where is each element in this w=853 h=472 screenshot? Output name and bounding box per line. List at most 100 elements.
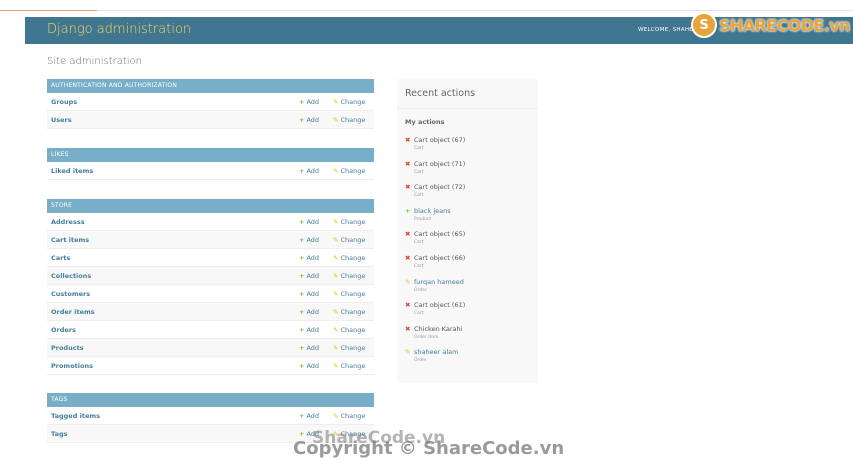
add-label: Add	[306, 412, 320, 420]
add-icon: +	[299, 412, 305, 420]
add-link[interactable]: + Add	[299, 167, 319, 175]
model-link[interactable]: Collections	[51, 272, 91, 280]
recent-action-item: + black jeans Product	[405, 207, 535, 222]
pencil-icon: ✎	[333, 98, 339, 106]
recent-action-type: Cart	[414, 146, 424, 151]
add-label: Add	[306, 326, 320, 334]
add-icon: +	[299, 308, 305, 316]
pencil-icon: ✎	[333, 218, 339, 226]
watermark-copyright: Copyright © ShareCode.vn	[293, 438, 565, 459]
model-link[interactable]: Orders	[51, 326, 76, 334]
add-link[interactable]: + Add	[299, 272, 319, 280]
pencil-icon: ✎	[333, 272, 339, 280]
add-link[interactable]: + Add	[299, 98, 319, 106]
add-icon: +	[299, 290, 305, 298]
recent-action-item: ✖ Cart object (65) Cart	[405, 230, 535, 245]
model-link[interactable]: Tagged items	[51, 412, 100, 420]
add-label: Add	[306, 98, 320, 106]
model-link[interactable]: Tags	[51, 430, 68, 438]
module-caption[interactable]: LIKES	[47, 148, 374, 162]
model-link[interactable]: Products	[51, 344, 84, 352]
delete-icon: ✖	[405, 159, 411, 168]
add-link[interactable]: + Add	[299, 326, 319, 334]
add-link[interactable]: + Add	[299, 218, 319, 226]
add-icon: +	[299, 254, 305, 262]
recent-action-item: ✖ Cart object (72) Cart	[405, 183, 535, 198]
add-label: Add	[306, 218, 320, 226]
module-caption[interactable]: TAGS	[47, 393, 374, 407]
change-link[interactable]: ✎ Change	[333, 236, 365, 244]
recent-action-label: Cart object (65)	[414, 230, 466, 239]
recent-action-type: Cart	[414, 169, 424, 175]
model-link[interactable]: Order items	[51, 308, 95, 316]
model-link[interactable]: Customers	[51, 290, 90, 298]
recent-action-item: ✖ Cart object (67) Cart	[405, 136, 535, 151]
module-likes: LIKES Liked items + Add ✎ Change	[47, 148, 374, 180]
add-icon: +	[299, 344, 305, 352]
recent-action-label[interactable]: shaheer alam	[414, 348, 458, 356]
recent-action-item: ✎ furqan hameed Order	[405, 278, 535, 293]
add-icon: +	[299, 98, 305, 106]
recent-action-item: ✖ Cart object (71) Cart	[405, 160, 535, 175]
change-link[interactable]: ✎ Change	[333, 272, 365, 280]
add-label: Add	[306, 236, 320, 244]
change-link[interactable]: ✎ Change	[333, 290, 365, 298]
add-link[interactable]: + Add	[299, 412, 319, 420]
add-label: Add	[306, 167, 320, 175]
change-link[interactable]: ✎ Change	[333, 326, 365, 334]
model-row: Orders + Add ✎ Change	[47, 321, 374, 339]
change-label: Change	[340, 362, 366, 370]
add-link[interactable]: + Add	[299, 236, 319, 244]
add-icon: +	[299, 272, 305, 280]
model-link[interactable]: Users	[51, 116, 72, 124]
change-link[interactable]: ✎ Change	[333, 362, 365, 370]
add-label: Add	[306, 116, 320, 124]
change-link[interactable]: ✎ Change	[333, 344, 365, 352]
recent-actions-panel: Recent actions My actions ✖ Cart object (…	[397, 79, 538, 383]
add-link[interactable]: + Add	[299, 344, 319, 352]
change-link[interactable]: ✎ Change	[333, 98, 365, 106]
change-label: Change	[340, 308, 366, 316]
change-link[interactable]: ✎ Change	[333, 116, 365, 124]
change-label: Change	[340, 344, 366, 352]
recent-action-label[interactable]: black jeans	[414, 207, 451, 215]
pencil-icon: ✎	[333, 167, 339, 175]
model-link[interactable]: Promotions	[51, 362, 93, 370]
model-link[interactable]: Groups	[51, 98, 77, 106]
add-link[interactable]: + Add	[299, 116, 319, 124]
model-row: Liked items + Add ✎ Change	[47, 162, 374, 180]
delete-icon: ✖	[405, 324, 411, 333]
change-link[interactable]: ✎ Change	[333, 218, 365, 226]
recent-action-label: Cart object (67)	[414, 136, 466, 144]
model-link[interactable]: Cart items	[51, 236, 89, 244]
pencil-icon: ✎	[333, 326, 339, 334]
change-label: Change	[340, 326, 366, 334]
model-row: Tagged items + Add ✎ Change	[47, 407, 374, 425]
add-link[interactable]: + Add	[299, 362, 319, 370]
change-link[interactable]: ✎ Change	[333, 308, 365, 316]
recent-action-label: Cart object (66)	[414, 254, 466, 262]
change-label: Change	[340, 167, 366, 175]
change-label: Change	[340, 254, 366, 262]
recent-action-type: Cart	[414, 193, 424, 199]
module-caption[interactable]: STORE	[47, 199, 374, 213]
recent-action-label[interactable]: furqan hameed	[414, 278, 464, 286]
add-label: Add	[306, 308, 320, 316]
site-branding-title[interactable]: Django administration	[47, 22, 191, 37]
add-link[interactable]: + Add	[299, 290, 319, 298]
module-store: STORE Addresss + Add ✎ Change Cart items + Add ✎ C…	[47, 199, 374, 375]
change-link[interactable]: ✎ Change	[333, 254, 365, 262]
change-label: Change	[340, 218, 366, 226]
module-caption[interactable]: AUTHENTICATION AND AUTHORIZATION	[47, 79, 374, 93]
add-link[interactable]: + Add	[299, 308, 319, 316]
user-tools-welcome: WELCOME, SHAHE	[638, 27, 694, 33]
change-link[interactable]: ✎ Change	[333, 412, 365, 420]
model-link[interactable]: Carts	[51, 254, 70, 262]
model-link[interactable]: Addresss	[51, 218, 85, 226]
sharecode-logo-icon: S	[691, 12, 717, 38]
pencil-icon: ✎	[333, 362, 339, 370]
model-link[interactable]: Liked items	[51, 167, 93, 175]
add-link[interactable]: + Add	[299, 254, 319, 262]
change-link[interactable]: ✎ Change	[333, 167, 365, 175]
add-icon: +	[299, 430, 305, 438]
